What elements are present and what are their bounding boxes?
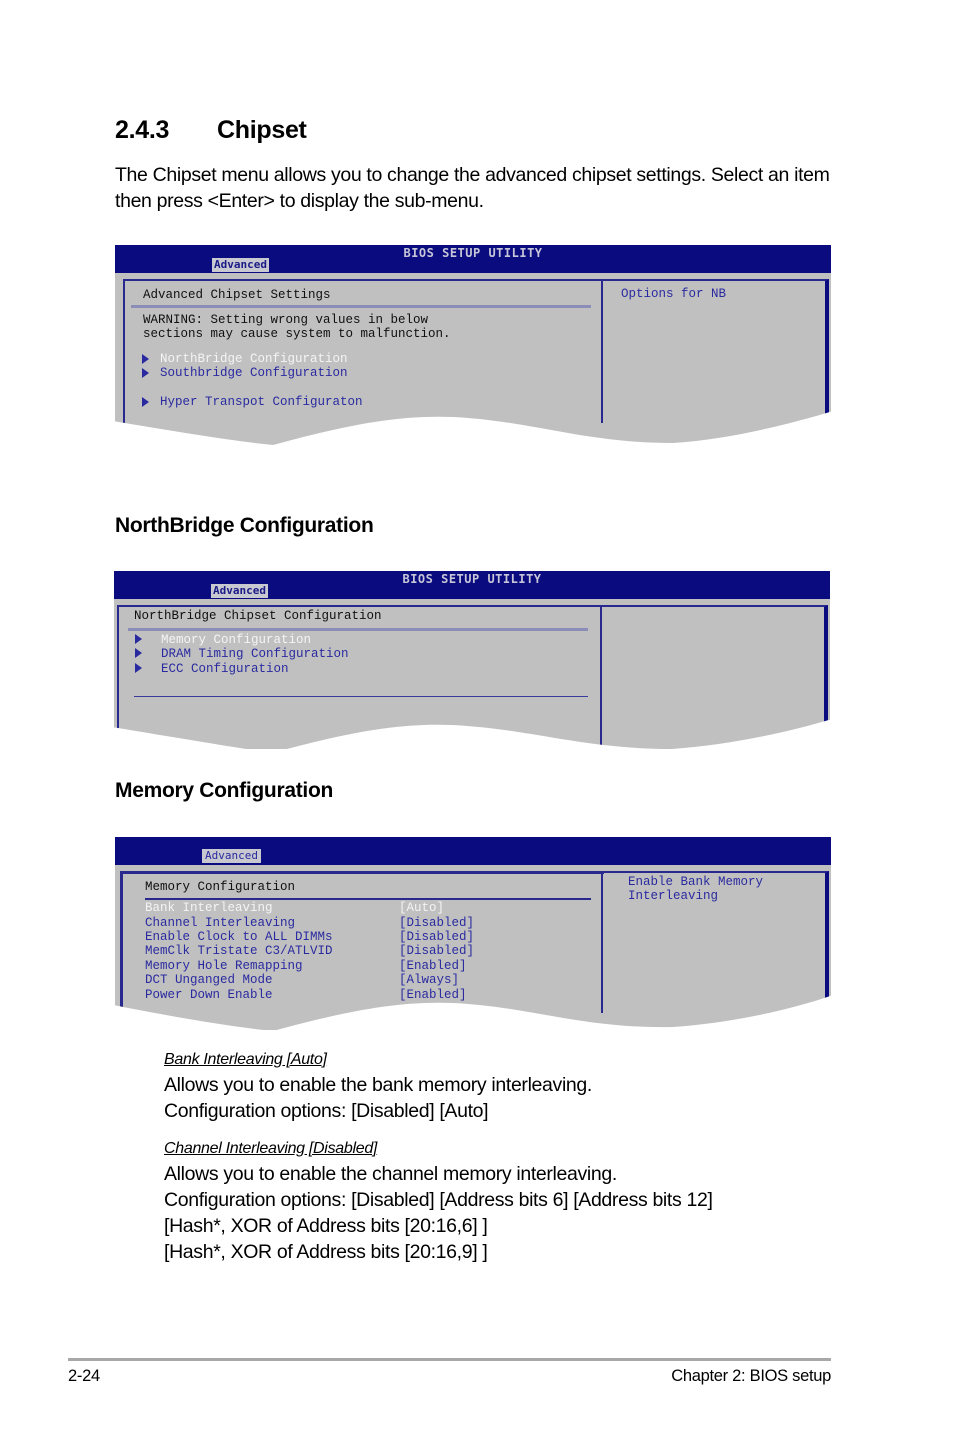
bios-panel-heading: NorthBridge Chipset Configuration	[134, 609, 382, 623]
submenu-arrow-icon	[142, 354, 149, 364]
menu-item-southbridge[interactable]: Southbridge Configuration	[160, 366, 348, 380]
bios-screen-chipset: BIOS SETUP UTILITY Advanced Advanced Chi…	[115, 245, 831, 445]
section-title: 2.4.3 Chipset	[115, 116, 307, 145]
option-title-channel-interleaving: Channel Interleaving [Disabled]	[164, 1140, 378, 1157]
option-configuration: Configuration options: [Disabled] [Auto]	[164, 1100, 489, 1122]
tab-advanced[interactable]: Advanced	[202, 849, 261, 863]
setting-value[interactable]: [Enabled]	[399, 959, 467, 973]
intro-paragraph: The Chipset menu allows you to change th…	[115, 164, 830, 212]
section-number: 2.4.3	[115, 116, 170, 144]
submenu-arrow-icon	[135, 634, 142, 644]
option-description: Allows you to enable the bank memory int…	[164, 1074, 592, 1096]
bios-body: Advanced Chipset Settings WARNING: Setti…	[115, 273, 831, 445]
chapter-label: Chapter 2: BIOS setup	[671, 1367, 831, 1385]
northbridge-heading: NorthBridge Configuration	[115, 514, 374, 537]
bios-body: Memory Configuration Bank Interleaving […	[115, 865, 831, 1030]
help-text-line-1: Enable Bank Memory	[628, 875, 764, 889]
warning-line-1: WARNING: Setting wrong values in below	[143, 313, 429, 327]
divider	[145, 898, 591, 900]
option-description: Allows you to enable the channel memory …	[164, 1163, 617, 1185]
menu-item-memory-configuration[interactable]: Memory Configuration	[161, 633, 311, 647]
submenu-arrow-icon	[135, 663, 142, 673]
bios-title-bar: Advanced	[115, 837, 831, 865]
tab-advanced[interactable]: Advanced	[211, 584, 268, 598]
section-name: Chipset	[217, 116, 307, 144]
submenu-arrow-icon	[142, 368, 149, 378]
bios-screen-memory: Advanced Memory Configuration Bank Inter…	[115, 837, 831, 1032]
setting-value[interactable]: [Disabled]	[399, 930, 474, 944]
setting-label[interactable]: Enable Clock to ALL DIMMs	[145, 930, 333, 944]
bios-body: NorthBridge Chipset Configuration Memory…	[114, 599, 830, 749]
torn-edge	[115, 411, 831, 445]
torn-edge	[115, 995, 831, 1030]
bios-screen-northbridge: BIOS SETUP UTILITY Advanced NorthBridge …	[114, 571, 830, 751]
memory-configuration-heading: Memory Configuration	[115, 779, 333, 802]
torn-edge	[114, 719, 830, 749]
warning-line-2: sections may cause system to malfunction…	[143, 327, 451, 341]
option-configuration: Configuration options: [Disabled] [Addre…	[164, 1189, 713, 1211]
option-title-bank-interleaving: Bank Interleaving [Auto]	[164, 1051, 327, 1068]
divider	[128, 628, 588, 631]
setting-value[interactable]: [Disabled]	[399, 916, 474, 930]
help-text: Options for NB	[621, 287, 727, 301]
setting-label[interactable]: Bank Interleaving	[145, 901, 273, 915]
bios-title-bar: BIOS SETUP UTILITY Advanced	[115, 245, 831, 273]
option-configuration-cont: [Hash*, XOR of Address bits [20:16,9] ]	[164, 1241, 488, 1263]
menu-item-ecc[interactable]: ECC Configuration	[161, 662, 289, 676]
bios-panel-heading: Memory Configuration	[145, 880, 296, 894]
option-configuration-cont: [Hash*, XOR of Address bits [20:16,6] ]	[164, 1215, 488, 1237]
tab-advanced[interactable]: Advanced	[212, 258, 269, 272]
setting-value[interactable]: [Auto]	[399, 901, 444, 915]
setting-label[interactable]: MemClk Tristate C3/ATLVID	[145, 944, 333, 958]
help-text-line-2: Interleaving	[628, 889, 719, 903]
menu-item-dram-timing[interactable]: DRAM Timing Configuration	[161, 647, 349, 661]
divider	[131, 305, 591, 308]
bios-panel-heading: Advanced Chipset Settings	[143, 288, 331, 302]
page-number: 2-24	[68, 1367, 100, 1385]
setting-label[interactable]: Memory Hole Remapping	[145, 959, 303, 973]
bios-title-bar: BIOS SETUP UTILITY Advanced	[114, 571, 830, 599]
submenu-arrow-icon	[135, 648, 142, 658]
setting-value[interactable]: [Disabled]	[399, 944, 474, 958]
menu-item-northbridge[interactable]: NorthBridge Configuration	[160, 352, 348, 366]
setting-label[interactable]: Channel Interleaving	[145, 916, 295, 930]
footer-divider	[68, 1358, 831, 1361]
divider	[134, 696, 588, 697]
